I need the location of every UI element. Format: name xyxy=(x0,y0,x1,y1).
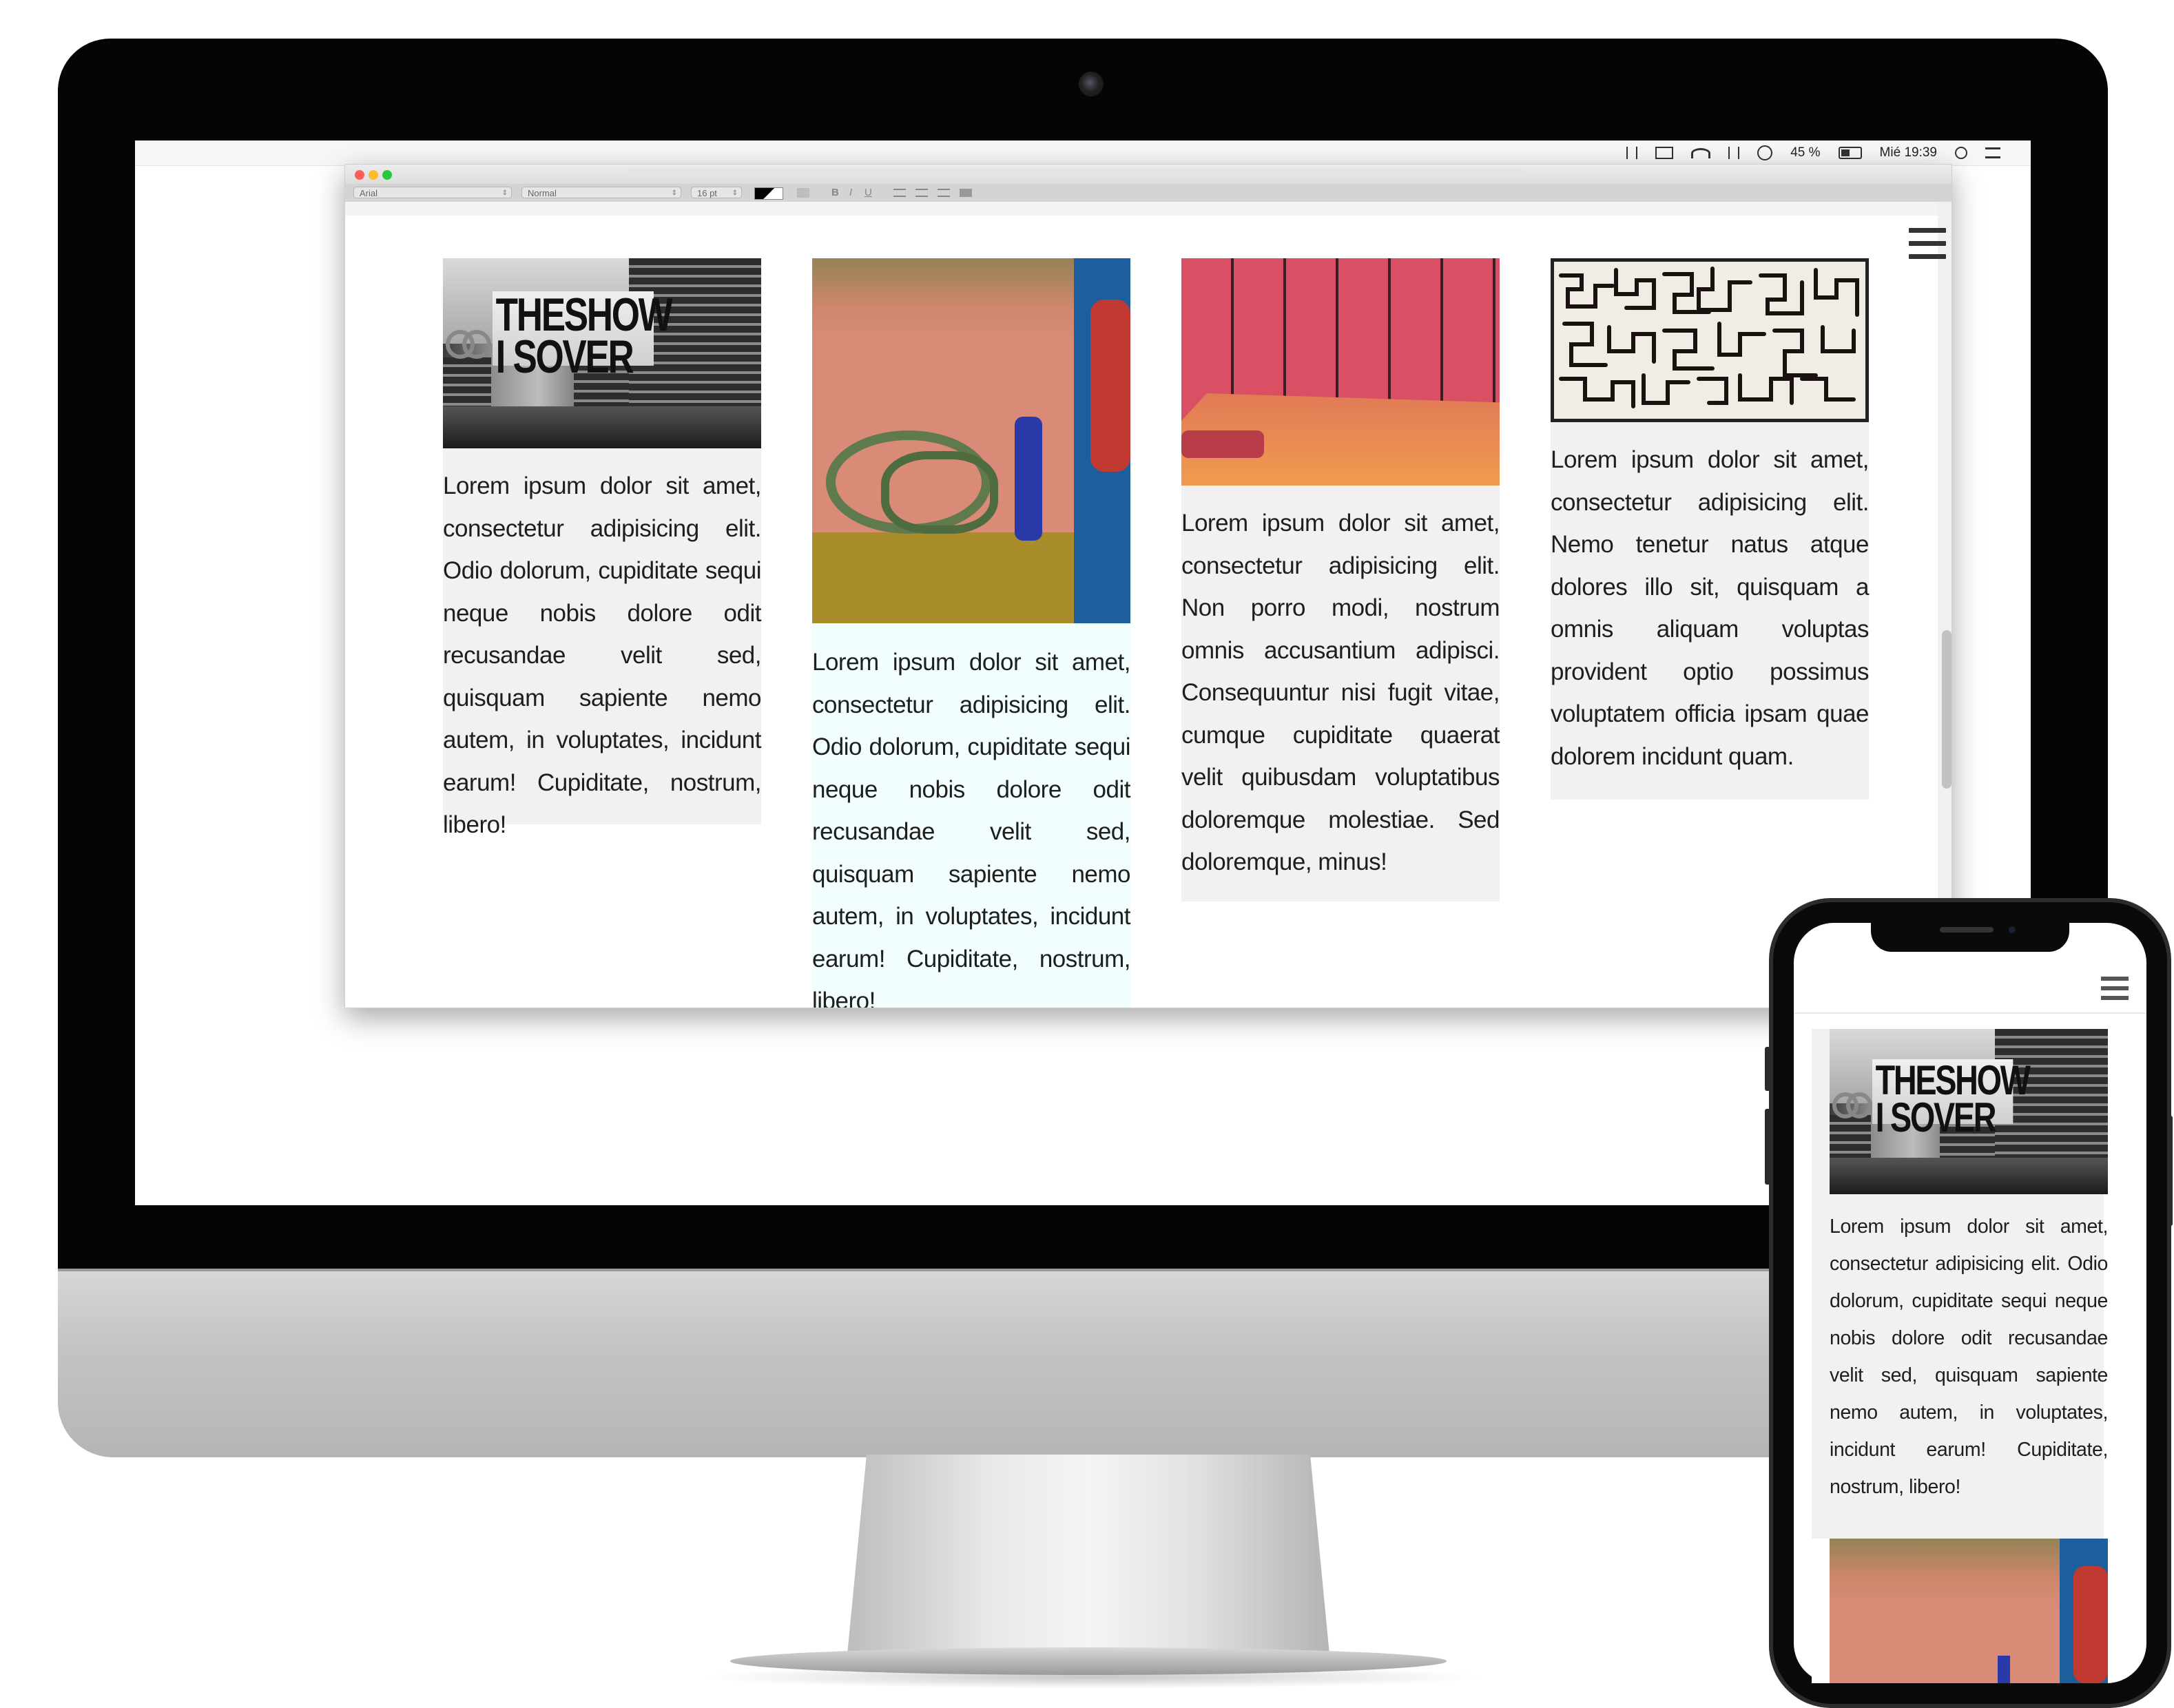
window-titlebar xyxy=(345,165,1952,184)
wifi-icon[interactable] xyxy=(1691,147,1711,158)
card-1: THESHOW I SOVER Lorem ipsum dolor sit am… xyxy=(443,258,762,838)
bluetooth-icon[interactable] xyxy=(1728,147,1740,159)
phone-card-2 xyxy=(1812,1539,2108,1683)
phone-billboard-line-2: I SOVER xyxy=(1875,1094,1997,1141)
card-2-image xyxy=(812,258,1130,623)
align-right-icon[interactable] xyxy=(938,189,950,197)
search-icon[interactable] xyxy=(1955,147,1967,159)
phone-billboard: THESHOW I SOVER xyxy=(1872,1057,2031,1138)
highlight-button[interactable] xyxy=(797,188,809,198)
phone-card-1-image: THESHOW I SOVER xyxy=(1830,1029,2108,1194)
phone-camera xyxy=(2009,926,2016,933)
phone-card-1-text: Lorem ipsum dolor sit amet, consectetur … xyxy=(1830,1216,2108,1498)
close-window-button[interactable] xyxy=(355,170,364,180)
card-3-image xyxy=(1181,258,1500,486)
card-1-text: Lorem ipsum dolor sit amet, consectetur … xyxy=(443,472,762,838)
size-select[interactable]: 16 pt xyxy=(691,187,742,199)
window-title-area xyxy=(628,169,1523,178)
billboard-line-1: THESHOW xyxy=(495,289,673,341)
phone-card-2-image xyxy=(1830,1539,2108,1683)
align-center-icon[interactable] xyxy=(915,189,928,197)
card-4-image xyxy=(1551,258,1869,422)
phone-speaker xyxy=(1940,927,1994,933)
ruler xyxy=(345,202,1952,216)
battery-icon[interactable] xyxy=(1838,147,1862,159)
imac-stand xyxy=(847,1455,1329,1654)
phone-notch xyxy=(1871,920,2069,952)
card-3: Lorem ipsum dolor sit amet, consectetur … xyxy=(1181,258,1500,902)
imac-stand-foot xyxy=(730,1647,1447,1675)
card-2: Lorem ipsum dolor sit amet, consectetur … xyxy=(812,258,1131,1008)
phone-card-1: THESHOW I SOVER Lorem ipsum dolor sit am… xyxy=(1812,1029,2108,1539)
align-left-icon[interactable] xyxy=(893,189,906,197)
scrollbar-track[interactable] xyxy=(1938,202,1952,1008)
menu-hamburger-icon[interactable] xyxy=(1909,228,1946,260)
phone-header-divider xyxy=(1794,1012,2146,1014)
card-4-text: Lorem ipsum dolor sit amet, consectetur … xyxy=(1551,446,1870,770)
text-color-swatch[interactable] xyxy=(754,187,783,200)
justify-icon[interactable] xyxy=(960,189,972,197)
font-select[interactable]: Arial xyxy=(353,187,512,199)
minimize-window-button[interactable] xyxy=(369,170,378,180)
italic-button[interactable]: I xyxy=(849,186,852,200)
webcam xyxy=(1079,72,1104,96)
menubar-clock[interactable]: Mié 19:39 xyxy=(1880,145,1937,160)
app-window: Arial Normal 16 pt B I U THESHOW I SOVER xyxy=(344,164,1952,1008)
format-toolbar: Arial Normal 16 pt B I U xyxy=(345,184,1952,202)
airplay-icon[interactable] xyxy=(1655,147,1674,159)
screen-mirror-icon[interactable] xyxy=(1626,147,1638,159)
scrollbar-thumb[interactable] xyxy=(1942,630,1952,789)
underline-button[interactable]: U xyxy=(865,186,872,200)
card-2-text: Lorem ipsum dolor sit amet, consectetur … xyxy=(812,649,1131,1008)
bold-button[interactable]: B xyxy=(831,186,839,200)
style-select[interactable]: Normal xyxy=(521,187,681,199)
card-3-text: Lorem ipsum dolor sit amet, consectetur … xyxy=(1181,510,1500,875)
card-4: Lorem ipsum dolor sit amet, consectetur … xyxy=(1551,258,1870,800)
billboard-line-2: I SOVER xyxy=(495,331,634,384)
card-1-image: THESHOW I SOVER xyxy=(443,258,761,448)
clock-icon[interactable] xyxy=(1757,145,1773,160)
battery-percent[interactable]: 45 % xyxy=(1790,145,1820,160)
phone-billboard-line-1: THESHOW xyxy=(1875,1057,2031,1103)
list-icon[interactable] xyxy=(1985,147,2000,158)
menu-hamburger-icon[interactable] xyxy=(2101,977,2129,1000)
maximize-window-button[interactable] xyxy=(382,170,392,180)
macos-menubar: 45 % Mié 19:39 xyxy=(135,140,2031,166)
card-1-billboard: THESHOW I SOVER xyxy=(493,289,673,380)
